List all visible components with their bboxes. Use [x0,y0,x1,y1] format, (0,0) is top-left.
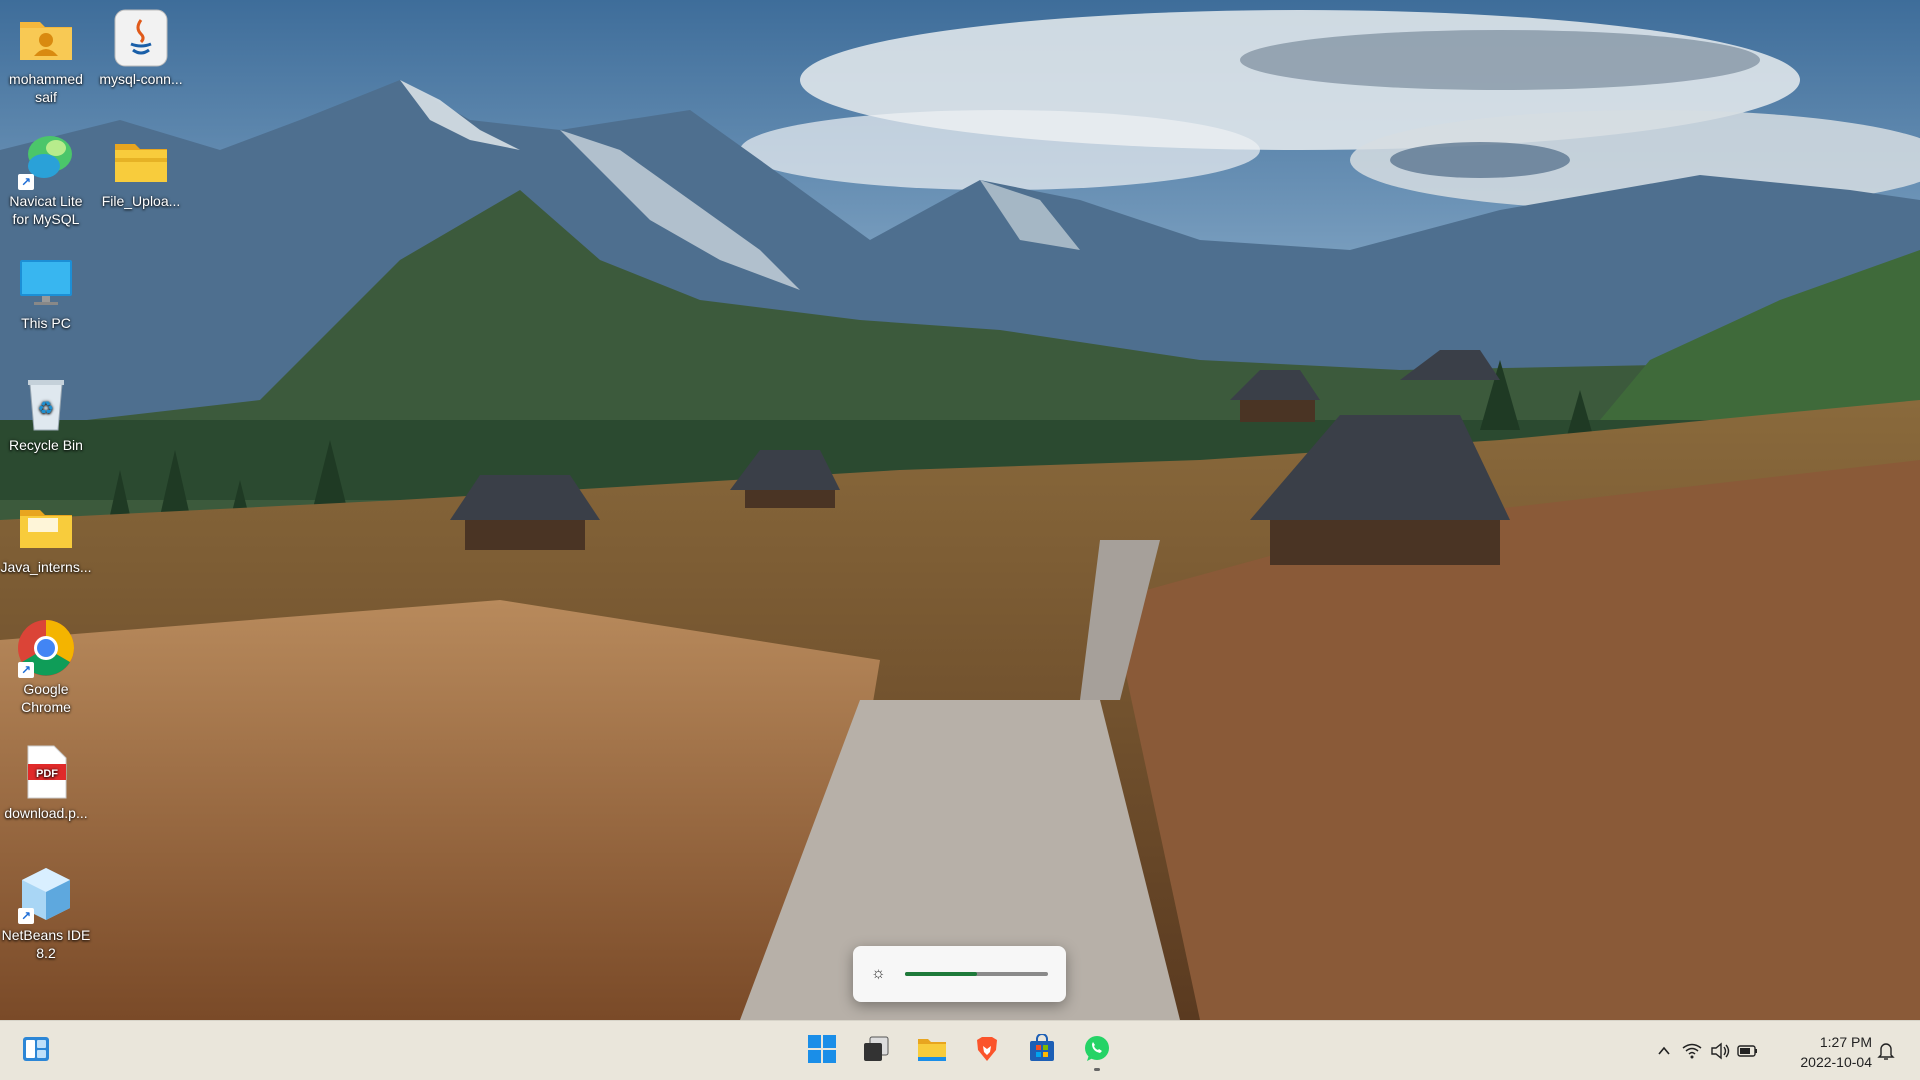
desktop-icon-navicat[interactable]: ↗ Navicat Lite for MySQL [0,126,92,228]
user-folder-icon [16,8,76,68]
desktop-icon-label: This PC [21,315,71,331]
zip-folder-icon [111,130,171,190]
volume-icon[interactable] [1706,1037,1734,1065]
java-icon [111,8,171,68]
wifi-icon[interactable] [1678,1037,1706,1065]
shortcut-arrow-icon: ↗ [18,908,34,924]
brightness-slider[interactable] [905,972,1048,976]
desktop-icon-java-file[interactable]: mysql-conn... [95,4,187,88]
chevron-up-icon[interactable] [1650,1037,1678,1065]
brightness-slider-fill [905,972,977,976]
desktop-icon-area: mohammed saif mysql-conn... ↗ Navicat Li… [0,0,200,1000]
folder-icon [916,1033,948,1070]
folder-icon [16,496,76,556]
widgets-icon [20,1033,52,1070]
svg-text:♻: ♻ [38,398,54,419]
brightness-flyout: ☼ [853,946,1066,1002]
file-explorer-button[interactable] [910,1029,954,1073]
store-icon [1027,1032,1057,1069]
desktop-icon-pdf[interactable]: PDF download.p... [0,738,92,822]
start-button[interactable] [800,1029,844,1073]
desktop-wallpaper [0,0,1920,1020]
shortcut-arrow-icon: ↗ [18,662,34,678]
navicat-icon: ↗ [16,130,76,190]
desktop-icon-label: File_Uploa... [101,193,181,209]
chrome-icon: ↗ [16,618,76,678]
clock-time: 1:27 PM [1819,1034,1872,1050]
desktop-icon-label: Java_interns... [0,559,92,575]
clock[interactable]: 1:27 PM 2022-10-04 [1780,1032,1872,1072]
widgets-button[interactable] [14,1029,58,1073]
battery-icon[interactable] [1734,1037,1762,1065]
desktop-icon-label: Navicat Lite for MySQL [9,193,83,227]
task-view-icon [861,1034,891,1069]
running-indicator [1094,1068,1100,1071]
desktop-icon-netbeans[interactable]: ↗ NetBeans IDE 8.2 [0,860,92,962]
desktop-icon-label: Google Chrome [21,681,71,715]
recycle-bin-icon: ♻ [16,374,76,434]
task-view-button[interactable] [854,1029,898,1073]
desktop-icon-user-folder[interactable]: mohammed saif [0,4,92,106]
windows-logo-icon [807,1034,837,1069]
brave-icon [972,1034,1002,1069]
desktop-icon-zip-folder[interactable]: File_Uploa... [95,126,187,210]
clock-date: 2022-10-04 [1800,1054,1872,1070]
system-tray [1650,1021,1762,1080]
desktop-icon-chrome[interactable]: ↗ Google Chrome [0,614,92,716]
desktop-icon-label: download.p... [4,805,88,821]
desktop-icon-label: Recycle Bin [9,437,83,453]
whatsapp-button[interactable] [1075,1029,1119,1073]
desktop-icon-label: NetBeans IDE 8.2 [1,927,91,961]
microsoft-store-button[interactable] [1020,1029,1064,1073]
desktop-icon-label: mysql-conn... [99,71,183,87]
shortcut-arrow-icon: ↗ [18,174,34,190]
desktop-icon-label: mohammed saif [9,71,83,105]
desktop-icon-recycle-bin[interactable]: ♻ Recycle Bin [0,370,92,454]
whatsapp-icon [1082,1034,1112,1069]
desktop-icon-this-pc[interactable]: This PC [0,248,92,332]
netbeans-icon: ↗ [16,864,76,924]
brave-button[interactable] [965,1029,1009,1073]
pdf-icon: PDF [16,742,76,802]
notification-icon[interactable] [1872,1037,1900,1065]
desktop-icon-folder[interactable]: Java_interns... [0,492,92,576]
svg-text:PDF: PDF [36,768,58,780]
monitor-icon [16,252,76,312]
taskbar: 1:27 PM 2022-10-04 [0,1020,1920,1080]
sun-icon: ☼ [871,965,886,982]
